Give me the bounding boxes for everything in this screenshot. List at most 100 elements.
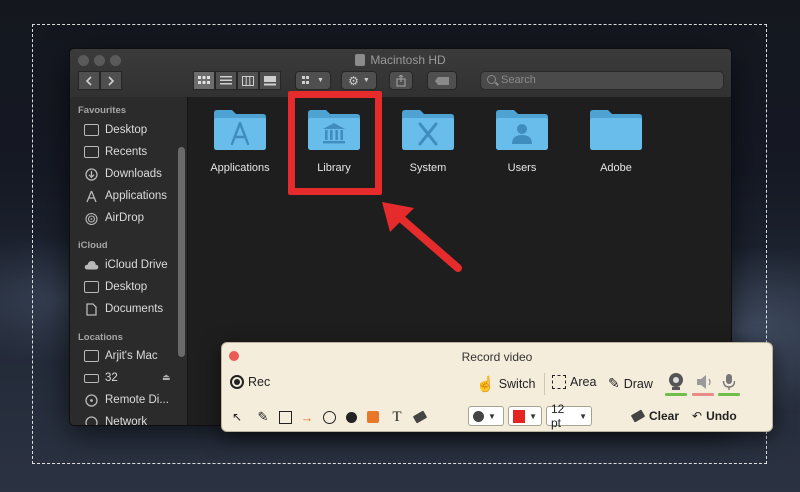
record-video-panel: Record video Rec ☝ Switch Area ✎ Draw ↖ ✎ … xyxy=(221,342,773,432)
downloads-icon xyxy=(84,167,99,181)
column-view-button[interactable] xyxy=(237,71,259,90)
line-dot-icon xyxy=(473,410,484,422)
ellipse-icon xyxy=(322,410,336,424)
folder-applications[interactable]: Applications xyxy=(200,107,280,174)
speaker-icon xyxy=(697,375,711,389)
recents-icon xyxy=(84,146,99,158)
applications-folder-icon xyxy=(214,110,266,150)
sidebar-item-documents[interactable]: Documents xyxy=(84,300,163,318)
system-audio-toggle[interactable] xyxy=(695,374,715,390)
sidebar-item-applications[interactable]: Applications xyxy=(84,187,167,205)
eraser-tool[interactable] xyxy=(411,409,429,425)
gallery-view-button[interactable] xyxy=(259,71,281,90)
font-size-dropdown[interactable]: 12 pt ▼ xyxy=(546,402,592,430)
sidebar-item-arjits-mac[interactable]: Arjit's Mac xyxy=(84,347,158,365)
microphone-toggle[interactable] xyxy=(722,373,736,391)
icon-view-button[interactable] xyxy=(193,71,215,90)
chevron-left-icon xyxy=(85,75,92,86)
blur-tool[interactable] xyxy=(364,409,382,425)
search-placeholder: Search xyxy=(501,74,536,86)
undo-button[interactable]: ↶ Undo xyxy=(692,409,737,423)
area-select-icon xyxy=(552,375,566,389)
sidebar-item-network[interactable]: Network xyxy=(84,413,147,425)
webcam-icon xyxy=(669,373,683,390)
cursor-arrow-icon: ↖ xyxy=(231,410,243,424)
forward-button[interactable] xyxy=(100,71,122,90)
back-forward-control xyxy=(78,71,122,90)
pencil-icon: ✎ xyxy=(257,409,269,424)
gear-icon: ⚙ xyxy=(348,73,359,88)
step-marker-tool[interactable] xyxy=(342,409,360,425)
tag-icon xyxy=(435,76,449,85)
sidebar-item-remote-disc[interactable]: Remote Di... xyxy=(84,391,169,409)
eject-icon[interactable]: ⏏ xyxy=(162,372,171,383)
sidebar-item-desktop[interactable]: Desktop xyxy=(84,121,147,139)
move-tool[interactable]: ↖ xyxy=(228,409,246,425)
panel-title: Record video xyxy=(461,350,533,364)
blur-icon xyxy=(367,411,379,423)
pen-tool[interactable]: ✎ xyxy=(254,409,272,425)
arrow-annotation xyxy=(382,202,462,272)
webcam-toggle[interactable] xyxy=(667,372,685,392)
sidebar-item-downloads[interactable]: Downloads xyxy=(84,165,162,183)
sidebar-item-icloud-drive[interactable]: iCloud Drive xyxy=(84,256,168,274)
folder-adobe[interactable]: Adobe xyxy=(576,107,656,174)
draw-button[interactable]: ✎ Draw xyxy=(608,375,653,392)
remote-disc-icon xyxy=(84,393,99,407)
airdrop-icon xyxy=(84,212,99,225)
list-view-button[interactable] xyxy=(215,71,237,90)
group-by-button[interactable]: ▼ xyxy=(295,71,331,90)
line-style-dropdown[interactable]: ▼ xyxy=(468,406,504,426)
rectangle-tool[interactable] xyxy=(276,409,294,425)
sidebar-heading-locations: Locations xyxy=(78,332,123,343)
drive-icon xyxy=(84,373,99,383)
search-field[interactable]: Search xyxy=(480,71,724,90)
sidebar-item-icloud-desktop[interactable]: Desktop xyxy=(84,278,147,296)
color-dropdown[interactable]: ▼ xyxy=(508,406,542,426)
ellipse-tool[interactable] xyxy=(320,409,338,425)
gallery-view-icon xyxy=(264,75,276,85)
action-menu-button[interactable]: ⚙ ▼ xyxy=(341,71,377,90)
users-folder-icon xyxy=(496,110,548,150)
cloud-icon xyxy=(84,259,99,271)
rec-button[interactable]: Rec xyxy=(230,375,270,389)
finder-toolbar: Macintosh HD ▼ ⚙ ▼ Search xyxy=(70,49,731,98)
edit-tags-button[interactable] xyxy=(427,71,457,90)
chevron-down-icon: ▼ xyxy=(317,77,324,84)
column-view-icon xyxy=(242,75,254,86)
chevron-right-icon xyxy=(108,75,115,86)
system-folder-icon xyxy=(402,110,454,150)
chevron-down-icon: ▼ xyxy=(579,411,587,421)
chevron-down-icon: ▼ xyxy=(362,77,370,84)
area-button[interactable]: Area xyxy=(552,375,596,389)
sidebar-item-recents[interactable]: Recents xyxy=(84,143,147,161)
switch-button[interactable]: ☝ Switch xyxy=(476,375,536,393)
eraser-icon xyxy=(630,409,646,423)
toolbar-divider xyxy=(544,373,545,395)
share-button[interactable] xyxy=(389,71,413,90)
hand-pointer-icon: ☝ xyxy=(476,376,495,393)
microphone-status-bar xyxy=(718,393,740,396)
chevron-down-icon: ▼ xyxy=(488,411,496,421)
sidebar-item-drive-32[interactable]: 32 xyxy=(84,369,118,387)
folder-users[interactable]: Users xyxy=(482,107,562,174)
computer-icon xyxy=(84,350,99,362)
sidebar-scrollbar[interactable] xyxy=(178,147,185,357)
finder-sidebar: Favourites Desktop Recents Downloads App… xyxy=(70,97,188,425)
network-icon xyxy=(84,415,99,425)
arrow-tool[interactable]: → xyxy=(298,409,316,425)
group-icon xyxy=(302,76,310,84)
highlight-box-annotation xyxy=(288,91,382,195)
back-button[interactable] xyxy=(78,71,100,90)
window-title: Macintosh HD xyxy=(70,53,731,67)
clear-button[interactable]: Clear xyxy=(630,409,679,423)
folder-icon xyxy=(590,110,642,150)
microphone-icon xyxy=(722,374,736,390)
text-tool[interactable]: T xyxy=(388,409,406,425)
folder-system[interactable]: System xyxy=(388,107,468,174)
eraser-icon xyxy=(412,410,428,424)
rectangle-icon xyxy=(278,410,292,424)
hard-drive-icon xyxy=(355,54,366,66)
color-swatch xyxy=(513,409,526,423)
sidebar-item-airdrop[interactable]: AirDrop xyxy=(84,209,144,227)
